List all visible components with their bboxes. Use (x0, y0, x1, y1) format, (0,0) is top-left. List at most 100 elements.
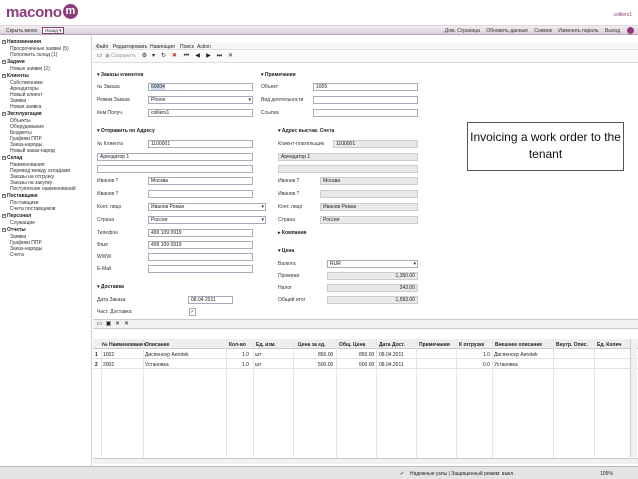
client-no-field[interactable]: 1100001 (148, 140, 253, 148)
sidebar-group-tasks[interactable]: − Задачи (2, 59, 25, 65)
home-link[interactable]: Дом. Страница (445, 28, 480, 34)
table-row[interactable]: 1 1002 Диспенсер Aerotek 1.0 шт 850.00 8… (93, 350, 638, 359)
bill-contact-field[interactable]: Иванов Роман (320, 203, 418, 211)
new-icon[interactable]: ▭ (96, 53, 103, 60)
fax-field[interactable]: 499 109 0919 (148, 241, 253, 249)
sidebar-item-new-request[interactable]: Новая заявка (10, 104, 41, 110)
sidebar-item-report-invoices[interactable]: Счета (10, 252, 24, 258)
ship-country-select[interactable]: Россия (148, 216, 266, 224)
www-field[interactable] (148, 253, 253, 261)
close-icon[interactable]: ✕ (227, 53, 234, 60)
snapshot-link[interactable]: Снимок (534, 28, 552, 34)
cell-date[interactable]: 08.04.2011 (379, 352, 404, 358)
column-header[interactable]: Внутр. Опис. (556, 342, 588, 348)
cell-date[interactable]: 08.04.2011 (379, 362, 404, 368)
refresh-icon[interactable]: ↻ (160, 53, 167, 60)
currency-select[interactable]: RUR (327, 260, 418, 268)
prev-record-icon[interactable]: ◀ (194, 53, 201, 60)
collapse-icon[interactable]: − (2, 155, 6, 160)
section-notes-title[interactable]: ▾ Примечания (261, 72, 296, 78)
column-header[interactable]: Внешнее описание (495, 342, 542, 348)
collapse-icon[interactable]: − (2, 73, 6, 78)
collapse-icon[interactable]: − (2, 193, 6, 198)
object-field[interactable]: 1005 (313, 83, 418, 91)
menu-navigation[interactable]: Навигация (150, 44, 175, 50)
cell-qty[interactable]: 1.0 (242, 352, 249, 358)
logout-link[interactable]: Выход (605, 28, 620, 34)
order-date-field[interactable]: 08.04.2011 (188, 296, 233, 304)
vertical-scrollbar[interactable] (630, 339, 637, 457)
sidebar-group-clients[interactable]: − Клиенты (2, 73, 29, 79)
menu-edit[interactable]: Редактировать (113, 44, 148, 50)
section-company-title[interactable]: ▸ Компания (278, 230, 306, 236)
ship-city-field[interactable]: Москва (148, 177, 253, 185)
cell-price[interactable]: 500.00 (318, 362, 333, 368)
cell-description[interactable]: Диспенсер Aerotek (145, 352, 189, 358)
collapse-icon[interactable]: − (2, 213, 6, 218)
order-no-field[interactable]: 60004 (148, 83, 253, 91)
gear-icon[interactable]: ⚙ (141, 53, 148, 60)
collapse-icon[interactable]: − (2, 227, 6, 232)
sidebar-group-suppliers[interactable]: − Поставщики (2, 193, 38, 199)
column-header[interactable]: К отгрузке (459, 342, 484, 348)
column-header[interactable]: Примечания (419, 342, 450, 348)
menu-file[interactable]: Файл (96, 44, 108, 50)
delete-row-icon[interactable]: ✕ (114, 321, 121, 328)
sidebar-group-reports[interactable]: − Отчеты (2, 227, 26, 233)
hide-menu-link[interactable]: Скрыть меню (6, 28, 37, 34)
cell-ship[interactable]: 0.0 (483, 362, 490, 368)
last-record-icon[interactable]: ⏭ (216, 53, 223, 60)
logout-icon[interactable] (627, 27, 634, 34)
sidebar-item-new-requests[interactable]: Новые заявки (2) (10, 66, 50, 72)
bill-tenant-field[interactable]: Арендатор 1 (278, 153, 418, 161)
cell-qty[interactable]: 1.0 (242, 362, 249, 368)
cell-total[interactable]: 850.00 (359, 352, 374, 358)
link-field[interactable] (313, 109, 418, 117)
ship-tenant-field[interactable]: Арендатор 1 (97, 153, 253, 161)
ship-contact-select[interactable]: Иванов Роман (148, 203, 266, 211)
sidebar-item-supplier-invoices[interactable]: Счета поставщиков (10, 206, 55, 212)
first-record-icon[interactable]: ⏮ (183, 53, 190, 60)
sidebar-item-restock[interactable]: Пополнить склад (1) (10, 52, 57, 58)
section-ship-title[interactable]: ▾ Отправить по Адресу (97, 128, 155, 134)
cell-price[interactable]: 850.00 (318, 352, 333, 358)
save-button[interactable]: ▣ Сохранить (105, 53, 136, 59)
bill-city-field[interactable]: Москва (320, 177, 418, 185)
zoom-level[interactable]: 105% (600, 471, 613, 477)
sidebar-group-reminders[interactable]: − Напоминания (2, 39, 41, 45)
back-dropdown[interactable]: Назад ▾ (42, 27, 64, 34)
order-mode-select[interactable]: Phone (148, 96, 253, 104)
menu-search[interactable]: Поиск (180, 44, 194, 50)
table-row[interactable]: 2 2002 Установка 1.0 шт 500.00 500.00 08… (93, 360, 638, 369)
delete-icon[interactable]: ✕ (171, 53, 178, 60)
column-header[interactable]: Общ. Цена (339, 342, 365, 348)
partial-delivery-checkbox[interactable]: ✓ (189, 308, 196, 316)
horizontal-scrollbar[interactable] (93, 458, 638, 464)
cell-ship[interactable]: 1.0 (483, 352, 490, 358)
section-price-title[interactable]: ▾ Цена (278, 248, 294, 254)
bill-country-field[interactable]: Россия (320, 216, 418, 224)
cell-description[interactable]: Установка (145, 362, 169, 368)
collapse-icon[interactable]: − (2, 59, 6, 64)
section-delivery-title[interactable]: ▾ Доставка (97, 284, 124, 290)
cell-unit[interactable]: шт (255, 362, 261, 368)
payer-field[interactable]: 1100001 (333, 140, 418, 148)
cell-total[interactable]: 500.00 (359, 362, 374, 368)
activity-field[interactable] (313, 96, 418, 104)
bill-city2-field[interactable] (320, 190, 418, 198)
recipient-field[interactable]: colliers1 (148, 109, 253, 117)
column-header[interactable]: Кол-во (229, 342, 246, 348)
column-header[interactable]: Дата Дост. (379, 342, 405, 348)
phone-field[interactable]: 499 109 0919 (148, 229, 253, 237)
sidebar-group-operations[interactable]: − Эксплуатация (2, 111, 42, 117)
next-record-icon[interactable]: ▶ (205, 53, 212, 60)
change-password-link[interactable]: Изменить пароль (558, 28, 598, 34)
column-header[interactable]: Ед. Колич (597, 342, 621, 348)
column-header[interactable]: № Наименования (102, 342, 146, 348)
new-row-icon[interactable]: ▭ (96, 321, 103, 328)
sidebar-item-receipts[interactable]: Поступление наименований (10, 186, 76, 192)
cell-code[interactable]: 2002 (103, 362, 114, 368)
username-link[interactable]: colliers1 (614, 12, 632, 18)
chevron-down-icon[interactable]: ▾ (150, 53, 157, 60)
close-row-icon[interactable]: ✕ (123, 321, 130, 328)
